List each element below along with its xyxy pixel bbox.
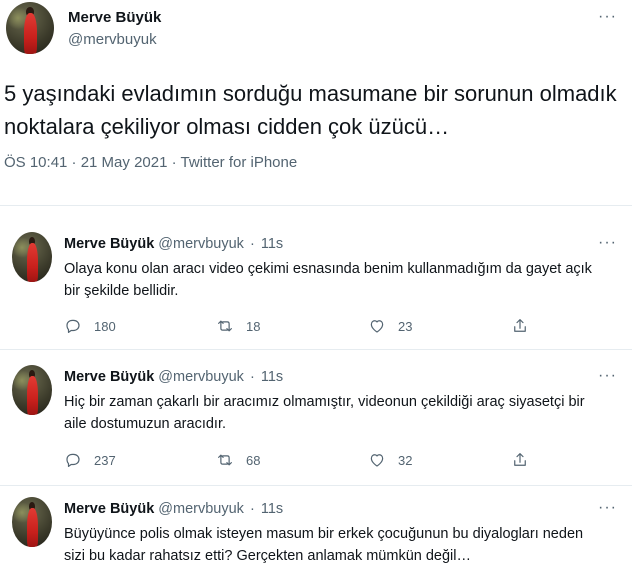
- tweet-text: Büyüyünce polis olmak isteyen masum bir …: [64, 526, 584, 564]
- divider: [0, 349, 632, 350]
- retweet-count: 68: [246, 452, 261, 468]
- reply-icon: [66, 319, 80, 333]
- like-button[interactable]: 23: [368, 317, 412, 335]
- share-button[interactable]: [511, 317, 541, 335]
- like-count: 32: [398, 452, 413, 468]
- author-name[interactable]: Merve Büyük: [64, 236, 154, 252]
- reply-button[interactable]: 180: [64, 317, 116, 335]
- share-icon: [514, 453, 526, 466]
- reply-icon: [66, 453, 80, 467]
- author-name[interactable]: Merve Büyük: [64, 369, 154, 385]
- author-handle[interactable]: @mervbuyuk: [68, 31, 157, 48]
- author-handle[interactable]: @mervbuyuk: [158, 236, 244, 252]
- author-name[interactable]: Merve Büyük: [68, 9, 161, 26]
- heart-icon: [370, 454, 384, 467]
- separator-dot: ·: [249, 236, 255, 252]
- author-name[interactable]: Merve Büyük: [64, 501, 154, 517]
- like-button[interactable]: 32: [368, 451, 412, 469]
- share-button[interactable]: [511, 451, 541, 469]
- tweet-meta: ÖS 10:41 · 21 May 2021 · Twitter for iPh…: [4, 154, 298, 171]
- separator-dot: ·: [249, 369, 255, 385]
- more-icon[interactable]: ···: [598, 9, 617, 25]
- retweet-icon: [218, 320, 232, 332]
- reply-button[interactable]: 237: [64, 451, 116, 469]
- like-count: 23: [398, 318, 413, 334]
- more-icon[interactable]: ···: [598, 235, 617, 251]
- share-icon: [514, 319, 526, 332]
- retweet-button[interactable]: 68: [216, 451, 260, 469]
- heart-icon: [370, 320, 384, 333]
- tweet-text: Hiç bir zaman çakarlı bir aracımız olmam…: [64, 394, 585, 432]
- tweet-time[interactable]: 11s: [261, 369, 283, 385]
- author-handle[interactable]: @mervbuyuk: [158, 501, 244, 517]
- author-handle[interactable]: @mervbuyuk: [158, 369, 244, 385]
- avatar[interactable]: [6, 2, 54, 54]
- retweet-icon: [218, 454, 232, 466]
- separator-dot: ·: [249, 501, 255, 517]
- retweet-count: 18: [246, 318, 261, 334]
- avatar[interactable]: [12, 232, 52, 282]
- more-icon[interactable]: ···: [598, 368, 617, 384]
- avatar[interactable]: [12, 365, 52, 415]
- more-icon[interactable]: ···: [598, 500, 617, 516]
- divider: [0, 205, 632, 206]
- tweet-time[interactable]: 11s: [261, 236, 283, 252]
- tweet-time[interactable]: 11s: [261, 501, 283, 517]
- retweet-button[interactable]: 18: [216, 317, 260, 335]
- tweet-text: Olaya konu olan aracı video çekimi esnas…: [64, 261, 592, 299]
- reply-count: 180: [94, 318, 116, 334]
- reply-count: 237: [94, 452, 116, 468]
- divider: [0, 485, 632, 486]
- avatar[interactable]: [12, 497, 52, 547]
- tweet-text: 5 yaşındaki evladımın sorduğu masumane b…: [4, 81, 617, 139]
